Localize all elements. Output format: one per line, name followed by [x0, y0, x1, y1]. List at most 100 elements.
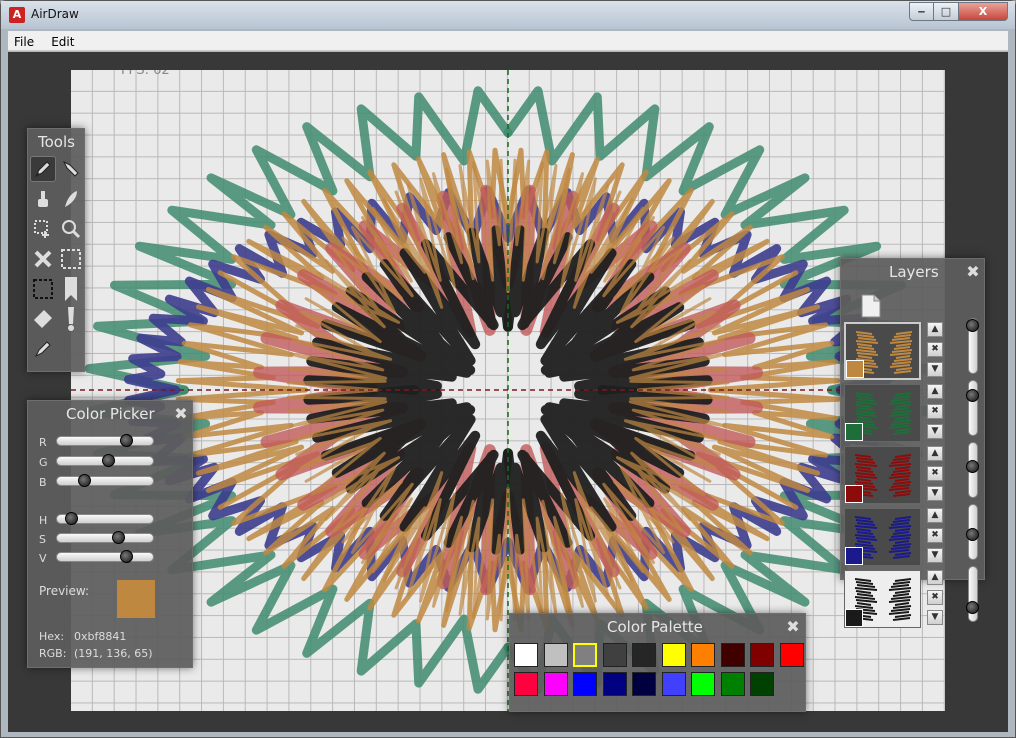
layer-up-button[interactable]: ▲	[927, 384, 943, 399]
pen-alt-tool-button[interactable]	[58, 156, 84, 182]
select-tool-button[interactable]	[30, 216, 56, 242]
color-picker-title: Color Picker	[66, 405, 155, 423]
pencil-icon	[34, 341, 51, 358]
color-picker-close-icon[interactable]: ✖	[174, 406, 188, 422]
brush-tool-button[interactable]	[30, 186, 56, 212]
pencil-tool-button[interactable]	[30, 336, 56, 362]
bookmark-tool-button[interactable]	[58, 276, 84, 302]
v-slider-knob[interactable]	[119, 550, 133, 563]
s-slider-knob[interactable]	[112, 531, 126, 544]
layer-opacity-slider[interactable]	[966, 442, 979, 498]
r-slider[interactable]	[56, 434, 154, 447]
layer-opacity-knob[interactable]	[966, 600, 979, 614]
palette-swatch[interactable]	[543, 643, 568, 667]
layer-thumbnail[interactable]	[844, 322, 921, 380]
palette-swatch[interactable]	[602, 643, 627, 667]
palette-swatch[interactable]	[750, 672, 774, 696]
new-page-icon[interactable]	[861, 294, 881, 318]
layer-thumbnail[interactable]	[844, 384, 921, 442]
maximize-button[interactable]: □	[933, 2, 959, 21]
color-palette-close-icon[interactable]: ✖	[786, 619, 800, 635]
eraser-tool-button[interactable]	[30, 306, 56, 332]
palette-swatch[interactable]	[661, 643, 686, 667]
pen-tool-button[interactable]	[30, 156, 56, 182]
delete-tool-button[interactable]	[30, 246, 56, 272]
palette-swatch[interactable]	[720, 643, 745, 667]
palette-swatch[interactable]	[720, 672, 745, 696]
layer-delete-button[interactable]: ✖	[927, 342, 943, 357]
palette-swatch[interactable]	[661, 672, 686, 696]
layer-delete-button[interactable]: ✖	[927, 404, 943, 419]
palette-swatch[interactable]	[779, 643, 804, 667]
layer-preview-strokes	[854, 392, 912, 435]
b-slider-knob[interactable]	[78, 474, 92, 487]
layer-opacity-knob[interactable]	[966, 459, 979, 473]
palette-swatch[interactable]	[573, 643, 597, 667]
tools-panel: Tools	[27, 128, 85, 372]
menu-edit[interactable]: Edit	[45, 33, 80, 51]
close-button[interactable]: X	[958, 2, 1008, 21]
layer-down-button[interactable]: ▼	[927, 424, 943, 439]
layer-opacity-slider[interactable]	[966, 318, 979, 374]
app-window: A AirDraw ‒ □ X File Edit FPS: 62 Tools	[0, 0, 1016, 738]
layers-panel: Layers ✖ ▲ ✖ ▼ ▲ ✖ ▼ ▲ ✖ ▼ ▲ ✖ ▼ ▲ ✖ ▼	[840, 258, 985, 628]
r-slider-knob[interactable]	[119, 434, 133, 447]
layer-opacity-slider[interactable]	[966, 380, 979, 436]
layer-up-button[interactable]: ▲	[927, 446, 943, 461]
layer-delete-button[interactable]: ✖	[927, 590, 943, 605]
layer-down-button[interactable]: ▼	[927, 610, 943, 625]
g-label: G	[39, 456, 48, 469]
g-slider[interactable]	[56, 454, 154, 467]
layer-opacity-knob[interactable]	[966, 319, 979, 332]
g-slider-knob[interactable]	[101, 454, 115, 467]
layer-down-button[interactable]: ▼	[927, 548, 943, 563]
palette-swatch[interactable]	[514, 643, 538, 667]
rect-select-icon	[33, 279, 53, 299]
marquee-icon	[61, 249, 81, 269]
menu-bar: File Edit	[8, 31, 1008, 51]
palette-swatch[interactable]	[514, 672, 538, 696]
h-slider[interactable]	[56, 512, 154, 525]
b-slider[interactable]	[56, 474, 154, 487]
alert-tool-button[interactable]	[58, 306, 84, 332]
palette-swatch[interactable]	[543, 672, 568, 696]
layer-thumbnail[interactable]	[844, 446, 921, 504]
layer-opacity-knob[interactable]	[966, 528, 979, 542]
layer-delete-button[interactable]: ✖	[927, 528, 943, 543]
layer-down-button[interactable]: ▼	[927, 362, 943, 377]
layer-up-button[interactable]: ▲	[927, 570, 943, 585]
rect-select-tool-button[interactable]	[30, 276, 56, 302]
layer-down-button[interactable]: ▼	[927, 486, 943, 501]
layer-opacity-knob[interactable]	[966, 389, 979, 403]
palette-swatch[interactable]	[691, 643, 715, 667]
palette-swatch[interactable]	[632, 672, 656, 696]
palette-swatch[interactable]	[691, 672, 715, 696]
layer-preview-strokes	[854, 578, 912, 621]
minimize-button[interactable]: ‒	[909, 2, 934, 21]
feather-icon	[65, 191, 77, 207]
palette-swatch[interactable]	[750, 643, 774, 667]
b-label: B	[39, 476, 47, 489]
zoom-tool-button[interactable]	[58, 216, 84, 242]
layer-thumbnail[interactable]	[844, 570, 921, 628]
menu-file[interactable]: File	[8, 33, 40, 51]
palette-swatch[interactable]	[632, 643, 656, 667]
layer-thumbnail[interactable]	[844, 508, 921, 566]
marquee-tool-button[interactable]	[58, 246, 84, 272]
palette-swatch[interactable]	[573, 672, 597, 696]
layer-up-button[interactable]: ▲	[927, 322, 943, 337]
palette-swatch[interactable]	[602, 672, 627, 696]
h-slider-knob[interactable]	[64, 512, 78, 525]
window-title: AirDraw	[31, 7, 79, 21]
v-slider[interactable]	[56, 550, 154, 563]
feather-tool-button[interactable]	[58, 186, 84, 212]
v-label: V	[39, 552, 47, 565]
layer-up-button[interactable]: ▲	[927, 508, 943, 523]
layers-close-icon[interactable]: ✖	[966, 264, 980, 280]
layer-opacity-slider[interactable]	[966, 566, 979, 622]
hex-value: 0xbf8841	[74, 630, 127, 643]
layer-delete-button[interactable]: ✖	[927, 466, 943, 481]
layer-opacity-slider[interactable]	[966, 504, 979, 560]
drawing-canvas[interactable]: FPS: 62	[71, 70, 945, 711]
s-slider[interactable]	[56, 531, 154, 544]
